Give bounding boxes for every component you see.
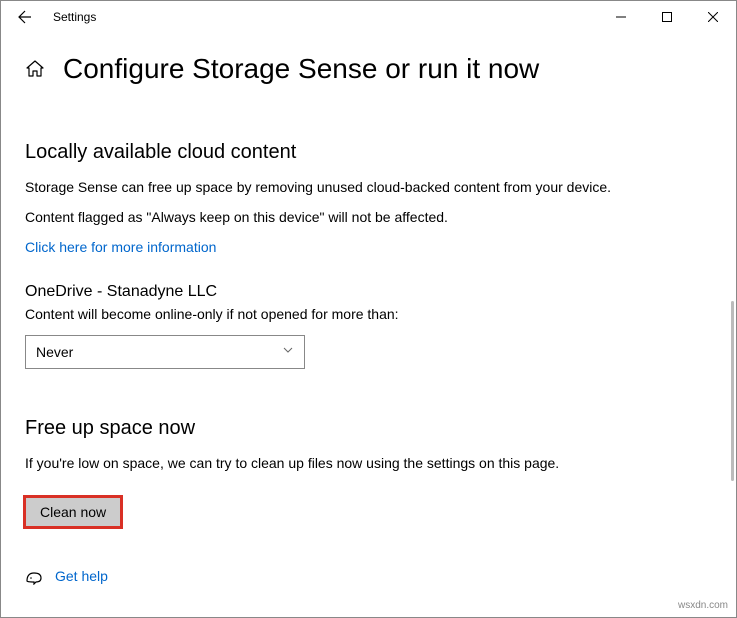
chevron-down-icon	[282, 344, 294, 359]
watermark: wsxdn.com	[678, 600, 728, 611]
page-title: Configure Storage Sense or run it now	[63, 53, 539, 85]
onedrive-interval-dropdown[interactable]: Never	[25, 335, 305, 369]
back-button[interactable]	[9, 1, 41, 33]
window-title: Settings	[53, 10, 96, 24]
scrollbar-thumb[interactable]	[731, 301, 734, 481]
get-help-row: Get help	[25, 567, 712, 585]
minimize-button[interactable]	[598, 1, 644, 33]
cloud-desc-1: Storage Sense can free up space by remov…	[25, 178, 712, 198]
freeup-section-heading: Free up space now	[25, 417, 712, 440]
titlebar: Settings	[1, 1, 736, 33]
get-help-link[interactable]: Get help	[55, 568, 108, 584]
help-icon	[25, 567, 43, 585]
maximize-button[interactable]	[644, 1, 690, 33]
cloud-desc-2: Content flagged as "Always keep on this …	[25, 208, 712, 228]
home-icon[interactable]	[25, 59, 45, 79]
minimize-icon	[616, 12, 626, 22]
close-icon	[708, 12, 718, 22]
onedrive-desc: Content will become online-only if not o…	[25, 305, 712, 325]
maximize-icon	[662, 12, 672, 22]
page-header: Configure Storage Sense or run it now	[1, 33, 736, 105]
more-info-link[interactable]: Click here for more information	[25, 239, 216, 255]
freeup-desc: If you're low on space, we can try to cl…	[25, 454, 712, 474]
content-area: Locally available cloud content Storage …	[1, 141, 736, 605]
cloud-section-heading: Locally available cloud content	[25, 141, 712, 164]
close-button[interactable]	[690, 1, 736, 33]
dropdown-selected-value: Never	[36, 344, 73, 360]
clean-now-button[interactable]: Clean now	[25, 497, 121, 527]
onedrive-heading: OneDrive - Stanadyne LLC	[25, 283, 712, 301]
back-arrow-icon	[17, 9, 33, 25]
window-controls	[598, 1, 736, 33]
